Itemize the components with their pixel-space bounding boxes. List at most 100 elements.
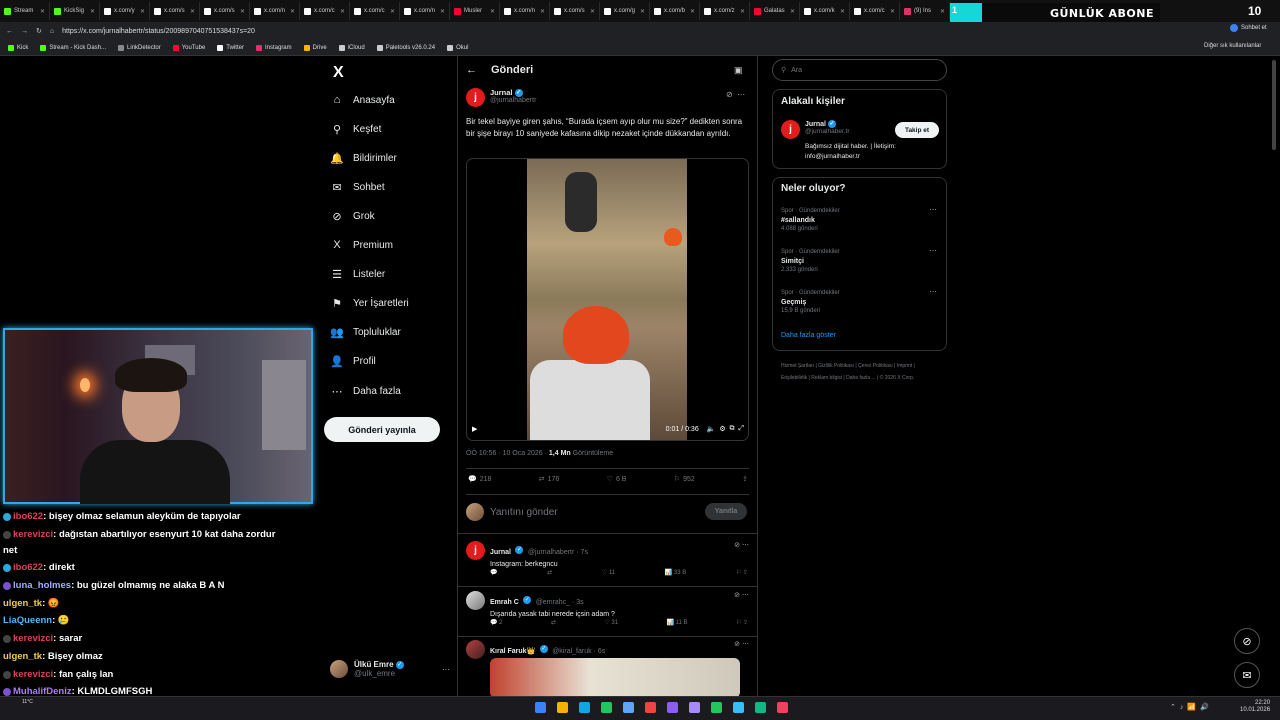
other-bookmarks[interactable]: Diğer sık kullanılanlar xyxy=(1204,43,1261,49)
clock[interactable]: 22:20 10.01.2026 xyxy=(1240,700,1270,714)
footer-link[interactable]: Çerez Politikası xyxy=(858,363,893,369)
more-icon[interactable]: ⋯ xyxy=(929,287,937,296)
footer-link[interactable]: Imprint xyxy=(897,363,912,369)
nav-item-bildirimler[interactable]: 🔔 Bildirimler xyxy=(330,152,397,165)
footer-link[interactable]: © 2026 X Corp. xyxy=(880,375,915,381)
close-icon[interactable]: ✕ xyxy=(840,8,845,15)
taskbar-app-icon[interactable] xyxy=(535,702,546,713)
chat-username[interactable]: kerevizci xyxy=(13,669,53,680)
bookmark-item[interactable]: Okul xyxy=(447,44,468,51)
bookmark-item[interactable]: iCloud xyxy=(338,44,365,51)
close-icon[interactable]: ✕ xyxy=(640,8,645,15)
reply-action[interactable]: 💬 xyxy=(490,569,497,576)
heart-action[interactable]: ♡ 11 xyxy=(602,569,615,576)
chat-username[interactable]: ibo622 xyxy=(13,511,43,522)
close-icon[interactable]: ✕ xyxy=(890,8,895,15)
reply-action[interactable]: 💬 218 xyxy=(468,475,491,484)
taskbar-app-icon[interactable] xyxy=(711,702,722,713)
reader-mode-icon[interactable]: ▣ xyxy=(734,65,743,76)
more-icon[interactable]: ⋯ xyxy=(740,641,749,648)
more-icon[interactable]: ⋯ xyxy=(737,90,745,99)
bookmark-item[interactable]: Stream - Kick Dash... xyxy=(40,44,106,51)
footer-link[interactable]: Hizmet Şartları xyxy=(781,363,814,369)
taskbar-app-icon[interactable] xyxy=(733,702,744,713)
browser-tab[interactable]: x.com/c ✕ xyxy=(850,2,900,20)
close-icon[interactable]: ✕ xyxy=(590,8,595,15)
bookmark-action[interactable]: ⚐ 952 xyxy=(674,475,695,484)
browser-tab[interactable]: x.com/z ✕ xyxy=(700,2,750,20)
chat-username[interactable]: ibo622 xyxy=(13,562,43,573)
browser-tab[interactable]: x.com/s ✕ xyxy=(550,2,600,20)
browser-tab[interactable]: x.com/s ✕ xyxy=(150,2,200,20)
more-icon[interactable]: ⋯ xyxy=(740,542,749,549)
more-icon[interactable]: ⋯ xyxy=(929,246,937,255)
bookmark-item[interactable]: Twitter xyxy=(217,44,244,51)
share-action[interactable]: ⇪ xyxy=(742,475,748,483)
address-bar[interactable]: ← → ↻ ⌂ https://x.com/jurnalhabertr/stat… xyxy=(0,22,1280,40)
home-icon[interactable]: ⌂ xyxy=(50,28,54,35)
footer-link[interactable]: Gizlilik Politikası xyxy=(818,363,854,369)
reply-handle[interactable]: @emrahc_ · 3s xyxy=(536,599,584,606)
close-icon[interactable]: ✕ xyxy=(290,8,295,15)
jurnal-avatar[interactable]: j xyxy=(781,120,800,139)
author-handle[interactable]: @jurnalhabertr xyxy=(490,97,536,104)
reply-author-name[interactable]: Kıral Faruk👑 xyxy=(490,648,535,655)
footer-link[interactable]: Reklam bilgisi xyxy=(811,375,842,381)
browser-tab[interactable]: x.com/g ✕ xyxy=(600,2,650,20)
heart-action[interactable]: ♡ 31 xyxy=(604,619,618,626)
play-icon[interactable]: ▶ xyxy=(472,425,477,433)
browser-tab[interactable]: x.com/n ✕ xyxy=(400,2,450,20)
browser-tab[interactable]: Musler ✕ xyxy=(450,2,500,20)
nav-item-premium[interactable]: X Premium xyxy=(330,239,393,251)
bookmark-item[interactable]: LinkDetector xyxy=(118,44,161,51)
settings-icon[interactable]: ⚙ xyxy=(719,425,725,433)
close-icon[interactable]: ✕ xyxy=(940,8,945,15)
more-icon[interactable]: ⋯ xyxy=(442,665,450,674)
nav-item-sohbet[interactable]: ✉ Sohbet xyxy=(330,181,384,194)
chat-username[interactable]: ulgen_tk xyxy=(3,598,42,609)
taskbar-app-icon[interactable] xyxy=(601,702,612,713)
reply-button[interactable]: Yanıtla xyxy=(705,503,747,520)
related-person[interactable]: j Jurnal ✓ @jurnalhaber.tr xyxy=(781,120,850,139)
browser-tab[interactable]: x.com/c ✕ xyxy=(300,2,350,20)
close-icon[interactable]: ✕ xyxy=(740,8,745,15)
taskbar-app-icon[interactable] xyxy=(645,702,656,713)
browser-tab[interactable]: x.com/b ✕ xyxy=(650,2,700,20)
url-field[interactable]: https://x.com/jurnalhabertr/status/20098… xyxy=(62,28,255,35)
pip-icon[interactable]: ⧉ xyxy=(730,425,735,433)
footer-link[interactable]: Daha fazla ... xyxy=(846,375,875,381)
follow-button[interactable]: Takip et xyxy=(895,122,939,138)
grok-icon[interactable]: ⊘ xyxy=(726,90,733,99)
reply-handle[interactable]: @kiral_faruk · 6s xyxy=(552,648,605,655)
browser-tab[interactable]: x.com/c ✕ xyxy=(350,2,400,20)
close-icon[interactable]: ✕ xyxy=(690,8,695,15)
reply-media[interactable] xyxy=(490,658,740,698)
like-action[interactable]: ♡ 6 B xyxy=(607,475,627,484)
chat-username[interactable]: LiaQueenn xyxy=(3,615,52,626)
bookmark-item[interactable]: Kick xyxy=(8,44,28,51)
close-icon[interactable]: ✕ xyxy=(90,8,95,15)
bookmark-item[interactable]: Instagram xyxy=(255,44,292,51)
taskbar-app-icon[interactable] xyxy=(557,702,568,713)
browser-tab[interactable]: x.com/k ✕ xyxy=(800,2,850,20)
repost-action[interactable]: ⇄ xyxy=(551,619,556,626)
fullscreen-icon[interactable]: ⤢ xyxy=(738,425,744,433)
close-icon[interactable]: ✕ xyxy=(190,8,195,15)
reply-author-name[interactable]: Jurnal xyxy=(490,549,511,556)
taskbar-app-icon[interactable] xyxy=(689,702,700,713)
x-logo[interactable]: X xyxy=(333,64,344,82)
taskbar-app-icon[interactable] xyxy=(579,702,590,713)
taskbar-app-icon[interactable] xyxy=(755,702,766,713)
reply-input[interactable]: Yanıtını gönder xyxy=(490,507,558,518)
grok-icon[interactable]: ⊘ xyxy=(1234,628,1260,654)
nav-item-listeler[interactable]: ☰ Listeler xyxy=(330,268,385,281)
close-icon[interactable]: ✕ xyxy=(440,8,445,15)
volume-icon[interactable]: 🔈 xyxy=(707,425,716,433)
taskbar-app-icon[interactable] xyxy=(777,702,788,713)
close-icon[interactable]: ✕ xyxy=(240,8,245,15)
refresh-icon[interactable]: ↻ xyxy=(36,27,42,35)
scrollbar[interactable] xyxy=(1272,60,1276,150)
views-action[interactable]: 📊 11 B xyxy=(666,619,687,626)
back-arrow-icon[interactable]: ← xyxy=(466,64,477,76)
browser-tab[interactable]: x.com/n ✕ xyxy=(250,2,300,20)
